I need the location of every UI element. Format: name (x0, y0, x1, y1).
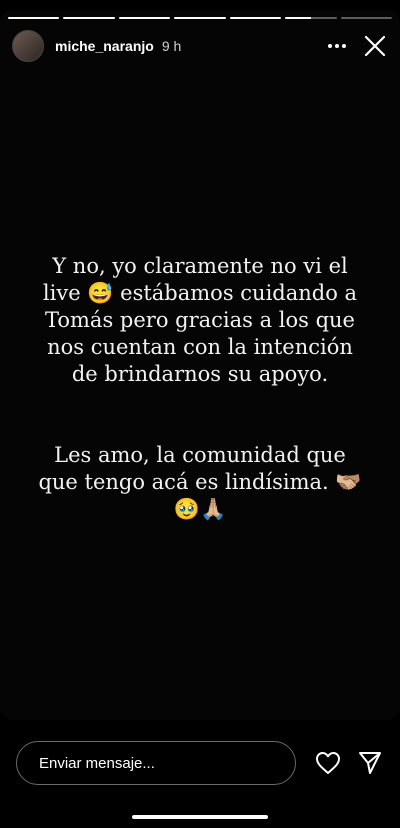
progress-fill (285, 17, 311, 19)
progress-segment (8, 17, 60, 19)
username[interactable]: miche_naranjo (55, 38, 154, 54)
progress-segment (63, 17, 115, 19)
reply-bar: Enviar mensaje... (16, 740, 384, 786)
progress-fill (63, 17, 115, 19)
story-progress (8, 17, 392, 19)
progress-fill (229, 17, 282, 19)
story-header: miche_naranjo 9 h (12, 28, 388, 64)
progress-segment (340, 17, 392, 19)
send-icon[interactable] (356, 749, 384, 777)
avatar[interactable] (12, 30, 44, 62)
story-paragraph-2: Les amo, la comunidad que que tengo acá … (38, 443, 362, 521)
close-icon[interactable] (362, 33, 388, 59)
home-indicator (132, 815, 268, 819)
progress-segment (229, 17, 282, 19)
story-paragraph-1: Y no, yo claramente no vi el live 😅 está… (42, 254, 358, 386)
story-text: Y no, yo claramente no vi el live 😅 está… (36, 226, 364, 550)
progress-fill (118, 17, 171, 19)
more-icon[interactable] (324, 33, 350, 59)
progress-segment (174, 17, 226, 19)
message-input[interactable]: Enviar mensaje... (16, 741, 296, 785)
progress-fill (174, 17, 226, 19)
post-time: 9 h (161, 38, 182, 54)
progress-fill (8, 17, 60, 19)
progress-segment (285, 17, 337, 19)
heart-icon[interactable] (314, 749, 342, 777)
progress-segment (118, 17, 171, 19)
